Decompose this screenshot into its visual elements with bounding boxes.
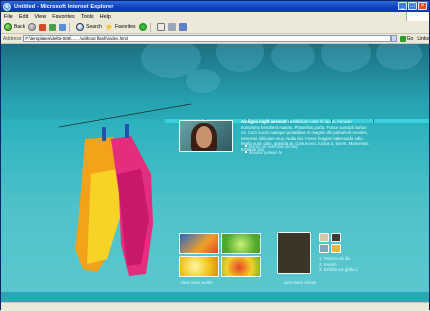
toolbar-separator: [69, 22, 71, 32]
close-button[interactable]: ×: [418, 2, 427, 10]
favorites-button[interactable]: Favorites: [105, 23, 136, 31]
client-thumb-2[interactable]: [331, 233, 341, 242]
minimize-button[interactable]: _: [398, 2, 407, 10]
mail-button[interactable]: [156, 23, 165, 31]
stop-icon: [39, 23, 47, 31]
favorites-star-icon: [105, 23, 113, 31]
back-label: Back: [14, 24, 26, 30]
title-bar: e Untitled - Microsoft Internet Explorer…: [1, 1, 429, 12]
go-arrow-icon: [399, 35, 406, 42]
windows-logo-icon: [406, 12, 429, 21]
person-face: [196, 126, 212, 148]
forward-button[interactable]: [28, 23, 37, 31]
search-label: Search: [86, 24, 102, 30]
client-thumb-1[interactable]: [319, 233, 329, 242]
view-more-clients-link[interactable]: view more clients: [284, 280, 316, 285]
media-button[interactable]: [138, 23, 147, 31]
refresh-button[interactable]: [49, 23, 57, 31]
numbered-link-3[interactable]: 3. Exhibit est ghilicci: [319, 267, 358, 273]
menu-tools[interactable]: Tools: [81, 14, 94, 20]
maximize-button[interactable]: □: [408, 2, 417, 10]
back-arrow-icon: [4, 23, 12, 31]
links-button[interactable]: Links: [417, 36, 429, 42]
home-button[interactable]: [59, 23, 67, 31]
menu-help[interactable]: Help: [100, 14, 111, 20]
edit-button[interactable]: [178, 23, 187, 31]
client-photo: [277, 232, 311, 274]
go-button[interactable]: Go: [399, 35, 414, 42]
refresh-icon: [49, 23, 57, 31]
menu-view[interactable]: View: [34, 14, 46, 20]
forward-arrow-icon: [28, 23, 37, 31]
client-thumb-4[interactable]: [331, 244, 341, 253]
clothespin-right: [125, 124, 129, 138]
address-bar: Address F:\templates\delta-006\.......\w…: [1, 34, 429, 44]
search-icon: [76, 23, 85, 31]
intro-link-1[interactable]: Donec sit aveertas versaq: [244, 144, 297, 149]
favorites-label: Favorites: [114, 24, 136, 30]
yellow-cloth: [87, 169, 121, 264]
stop-button[interactable]: [39, 23, 47, 31]
internet-explorer-icon: e: [3, 2, 11, 11]
clothespin-left: [102, 127, 106, 141]
menu-edit[interactable]: Edit: [19, 14, 28, 20]
address-dropdown[interactable]: [390, 35, 397, 42]
menu-file[interactable]: File: [4, 14, 13, 20]
print-button[interactable]: [167, 23, 176, 31]
home-icon: [59, 23, 67, 31]
work-thumb-2[interactable]: [221, 233, 261, 254]
view-more-works-link[interactable]: view more works: [181, 280, 212, 285]
go-label: Go: [406, 35, 414, 42]
mail-icon: [156, 23, 165, 31]
standard-toolbar: Back Search Favorites: [1, 21, 429, 34]
back-button[interactable]: Back: [4, 23, 25, 31]
address-input[interactable]: F:\templates\delta-006\.......\without f…: [23, 35, 391, 42]
browser-window: e Untitled - Microsoft Internet Explorer…: [0, 0, 430, 311]
menu-favorites[interactable]: Favorites: [52, 14, 75, 20]
web-page: Aedigna inglit aesenet vestibulum color …: [1, 44, 429, 302]
window-controls: _ □ ×: [398, 2, 427, 10]
work-thumb-1[interactable]: [179, 233, 219, 254]
toolbar-separator: [149, 22, 151, 32]
intro-title: Aedigna inglit aesenet: [241, 119, 287, 124]
media-icon: [138, 23, 147, 31]
clothesline: [58, 103, 192, 128]
intro-link-2[interactable]: aenalar pelauin fe: [244, 150, 282, 155]
intro-photo: [179, 120, 233, 152]
work-thumb-4[interactable]: [221, 256, 261, 277]
edit-icon: [178, 23, 187, 31]
address-label: Address: [3, 35, 22, 42]
client-thumb-3[interactable]: [319, 244, 329, 253]
work-thumb-3[interactable]: [179, 256, 219, 277]
window-title: Untitled - Microsoft Internet Explorer: [14, 3, 114, 10]
print-icon: [167, 23, 176, 31]
search-button[interactable]: Search: [76, 23, 102, 31]
numbered-links: 1. Passim ab illo 2. Inventi 3. Exhibit …: [319, 256, 358, 273]
